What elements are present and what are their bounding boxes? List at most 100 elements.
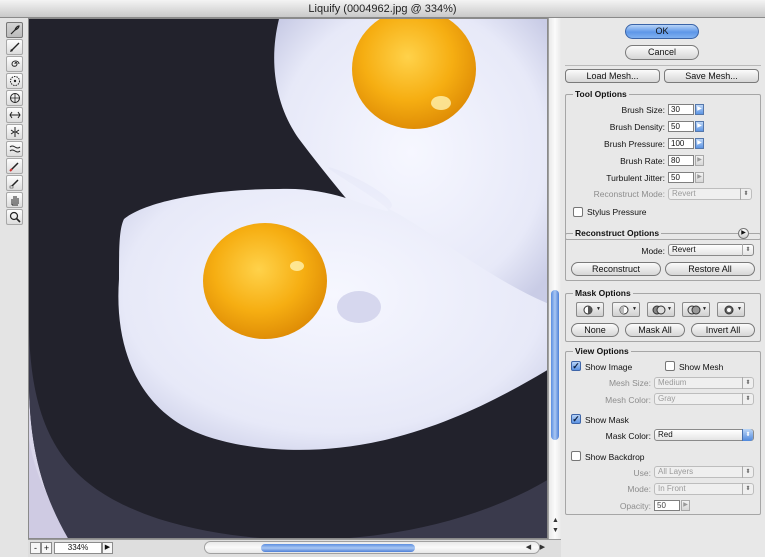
thaw-mask-tool[interactable] — [6, 175, 23, 191]
reconstruct-mode-label: Reconstruct Mode: — [593, 189, 665, 199]
scroll-down-arrow[interactable]: ▼ — [551, 526, 560, 535]
pucker-icon — [9, 76, 20, 86]
show-backdrop-label: Show Backdrop — [585, 452, 645, 462]
ok-button[interactable]: OK — [625, 24, 699, 39]
opacity-slider-arrow[interactable]: ▶ — [681, 500, 690, 511]
mask-options-title: Mask Options — [573, 288, 633, 298]
turbulence-tool[interactable] — [6, 141, 23, 157]
brush-density-slider-arrow[interactable]: ▶ — [695, 121, 704, 132]
save-mesh-button[interactable]: Save Mesh... — [664, 69, 759, 83]
brush-size-field[interactable]: 30 — [668, 104, 694, 115]
twirl-clockwise-tool[interactable] — [6, 56, 23, 72]
show-backdrop-checkbox[interactable] — [571, 451, 581, 461]
brush-rate-field[interactable]: 80 — [668, 155, 694, 166]
reconstruct-tool[interactable] — [6, 39, 23, 55]
invert-all-button[interactable]: Invert All — [691, 323, 755, 337]
turbulent-jitter-slider-arrow[interactable]: ▶ — [695, 172, 704, 183]
mask-intersect-icon — [687, 305, 701, 315]
backdrop-mode-label: Mode: — [627, 484, 651, 494]
mesh-size-value: Medium — [658, 378, 687, 387]
horizontal-scrollbar[interactable] — [204, 541, 540, 554]
chevron-updown-icon: ⬍ — [742, 393, 753, 405]
mesh-color-select[interactable]: Gray ⬍ — [654, 393, 754, 405]
mesh-size-label: Mesh Size: — [608, 378, 651, 388]
freeze-mask-tool[interactable] — [6, 158, 23, 174]
image-preview[interactable] — [28, 18, 548, 539]
load-mesh-button[interactable]: Load Mesh... — [565, 69, 660, 83]
backdrop-mode-value: In Front — [658, 484, 686, 493]
restore-all-button[interactable]: Restore All — [665, 262, 755, 276]
mask-color-select[interactable]: Red ⬍ — [654, 429, 754, 441]
mask-invert-button[interactable]: ▼ — [717, 302, 745, 317]
turbulent-jitter-label: Turbulent Jitter: — [606, 173, 665, 183]
mask-intersect-button[interactable]: ▼ — [682, 302, 710, 317]
reconstruct-options-menu-icon[interactable]: ▶ — [738, 228, 749, 239]
zoom-out-button[interactable]: - — [30, 542, 41, 554]
fried-eggs-image — [29, 19, 547, 538]
scroll-right-arrow[interactable]: ▶ — [538, 543, 547, 552]
brush-rate-slider-arrow[interactable]: ▶ — [695, 155, 704, 166]
brush-size-slider-arrow[interactable]: ▶ — [695, 104, 704, 115]
scroll-up-arrow[interactable]: ▲ — [551, 516, 560, 525]
chevron-updown-icon: ⬍ — [742, 377, 753, 389]
brush-density-label: Brush Density: — [609, 122, 665, 132]
brush-icon — [10, 25, 20, 35]
brush-pressure-field[interactable]: 100 — [668, 138, 694, 149]
mask-subtract-icon — [652, 305, 666, 315]
mask-color-value: Red — [658, 430, 673, 439]
use-layers-value: All Layers — [658, 467, 694, 476]
chevron-updown-icon: ⬍ — [742, 466, 753, 478]
reconstruct-mode-select[interactable]: Revert ⬍ — [668, 188, 752, 200]
horizontal-scroll-thumb[interactable] — [261, 544, 415, 552]
show-mesh-label: Show Mesh — [679, 362, 724, 372]
cancel-button[interactable]: Cancel — [625, 45, 699, 60]
thaw-icon — [9, 179, 19, 189]
turbulent-jitter-field[interactable]: 50 — [668, 172, 694, 183]
zoom-tool[interactable] — [6, 209, 23, 225]
pucker-tool[interactable] — [6, 73, 23, 89]
mesh-size-select[interactable]: Medium ⬍ — [654, 377, 754, 389]
use-layers-select[interactable]: All Layers ⬍ — [654, 466, 754, 478]
brush-pressure-slider-arrow[interactable]: ▶ — [695, 138, 704, 149]
freeze-icon — [8, 162, 19, 172]
brush-density-field[interactable]: 50 — [668, 121, 694, 132]
tool-options-title: Tool Options — [573, 89, 629, 99]
mask-add-button[interactable]: ▼ — [612, 302, 640, 317]
divider — [565, 65, 761, 66]
reconstruct-mode-value: Revert — [672, 189, 696, 198]
hand-tool[interactable] — [6, 192, 23, 208]
mask-subtract-button[interactable]: ▼ — [647, 302, 675, 317]
hand-icon — [11, 196, 18, 206]
mask-all-button[interactable]: Mask All — [625, 323, 685, 337]
vertical-scrollbar[interactable]: ▲ ▼ — [548, 18, 561, 539]
show-image-checkbox[interactable]: ✓ — [571, 361, 581, 371]
bloat-tool[interactable] — [6, 90, 23, 106]
mask-add-icon — [619, 305, 629, 315]
push-left-tool[interactable] — [6, 107, 23, 123]
scroll-left-arrow[interactable]: ◀ — [524, 543, 533, 552]
zoom-in-button[interactable]: + — [41, 542, 52, 554]
window-title: Liquify (0004962.jpg @ 334%) — [0, 0, 765, 18]
backdrop-mode-select[interactable]: In Front ⬍ — [654, 483, 754, 495]
view-options-title: View Options — [573, 346, 631, 356]
mask-replace-button[interactable]: ▼ — [576, 302, 604, 317]
twirl-icon — [10, 60, 19, 67]
forward-warp-tool[interactable] — [6, 22, 23, 38]
reconstruct-button[interactable]: Reconstruct — [571, 262, 661, 276]
brush-pressure-label: Brush Pressure: — [604, 139, 665, 149]
show-mesh-checkbox[interactable] — [665, 361, 675, 371]
opacity-field[interactable]: 50 — [654, 500, 680, 511]
mask-none-button[interactable]: None — [571, 323, 619, 337]
tool-options-group — [565, 94, 761, 240]
zoom-menu-arrow[interactable]: ▶ — [102, 542, 113, 554]
vertical-scroll-thumb[interactable] — [551, 290, 559, 440]
mirror-tool[interactable] — [6, 124, 23, 140]
stylus-pressure-label: Stylus Pressure — [587, 207, 647, 217]
stylus-pressure-checkbox[interactable] — [573, 207, 583, 217]
reconstruct-mode-dropdown[interactable]: Revert ⬍ — [668, 244, 754, 256]
push-left-icon — [8, 111, 21, 119]
zoom-level[interactable]: 334% — [54, 542, 102, 554]
show-mask-label: Show Mask — [585, 415, 629, 425]
show-mask-checkbox[interactable]: ✓ — [571, 414, 581, 424]
brush-rate-label: Brush Rate: — [620, 156, 665, 166]
